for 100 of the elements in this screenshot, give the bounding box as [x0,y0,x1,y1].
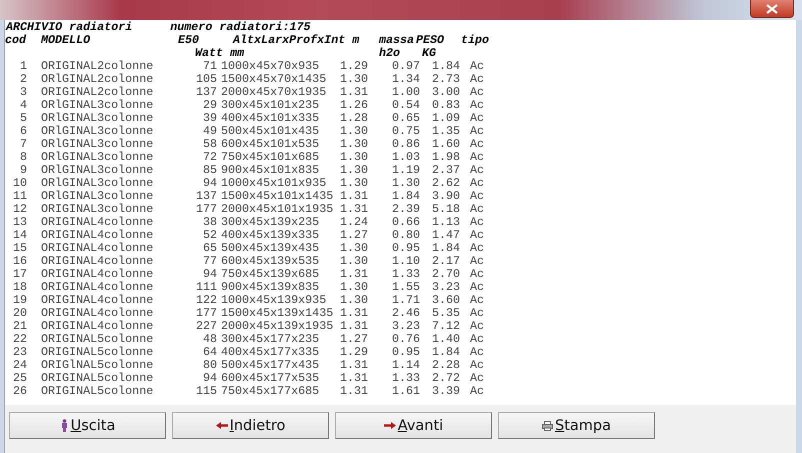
table-cell-text: 500x45x139x435 [221,242,320,255]
table-cell-text: 3.23 [430,281,460,294]
back-button[interactable]: Indietro [172,412,329,439]
table-cell-text: 1.13 [430,216,460,229]
table-cell-text: 1.31 [338,372,368,385]
table-cell-text: 1000x45x70x935 [221,60,320,73]
exit-button[interactable]: Uscita [9,412,166,439]
table-cell-text: 0.95 [390,346,420,359]
table-cell-text: 1.27 [338,229,368,242]
table-cell-text: Ac [470,151,486,164]
table-cell-text: 7.12 [430,320,460,333]
table-cell-text: 11 [12,190,27,203]
table-cell-text: Ac [470,177,486,190]
table-cell-text: 9 [18,164,27,177]
table-cell-text: 5 [18,112,27,125]
table-cell-text: 0.95 [390,242,420,255]
table-cell-text: 22 [12,333,27,346]
table-cell-text: Ac [470,307,486,320]
table-cell-text: 1.84 [430,60,460,73]
table-cell-text: 1.10 [390,255,420,268]
table-cell-text: 300x45x139x235 [221,216,320,229]
table-cell-text: 1.30 [338,151,368,164]
table-cell-text: Ac [470,86,486,99]
table-cell-text: 300x45x101x235 [221,99,320,112]
table-cell-text: 16 [12,255,27,268]
table-cell-text: 1.61 [390,385,420,398]
close-button[interactable] [750,0,794,18]
table-cell-text: 900x45x101x835 [221,164,320,177]
table-cell-text: 10 [12,177,27,190]
table-cell-text: 0.66 [390,216,420,229]
column-header: MODELLO [41,34,90,47]
table-cell-text: 2.46 [390,307,420,320]
table-cell: 137 [195,86,217,99]
table-cell-text: 80 [202,359,217,372]
table-cell-text: Ac [470,73,486,86]
table-cell-text: 23 [12,346,27,359]
table-cell-text: 3.90 [430,190,460,203]
table-cell-text: 94 [202,268,217,281]
table-cell-text: 1.31 [338,268,368,281]
table-cell-text: 1.30 [338,255,368,268]
table-cell-text: 1.30 [390,177,420,190]
table-cell-text: 1.71 [390,294,420,307]
table-cell-text: Ac [470,372,486,385]
table-cell-text: 0.83 [430,99,460,112]
table-cell-text: 1.14 [390,359,420,372]
table-cell-text: ORIGINAL4colonne [41,268,154,281]
table-cell-text: 25 [12,372,27,385]
table-cell-text: 4 [18,99,27,112]
table-cell-text: 1.33 [390,268,420,281]
table-cell-text: 2.28 [430,359,460,372]
table-cell-text: 1.98 [430,151,460,164]
table-cell-text: Ac [470,333,486,346]
table-cell-text: Ac [470,125,486,138]
table-cell-text: 94 [202,372,217,385]
table-cell-text: 26 [12,385,27,398]
table-cell-text: 3 [18,86,27,99]
table-cell-text: 1.31 [338,190,368,203]
table-cell-text: 39 [202,112,217,125]
table-cell-text: ORIGINAL4colonne [41,307,154,320]
table-cell-text: 0.86 [390,138,420,151]
table-cell: 122 [195,294,217,307]
table-cell-text: 2.70 [430,268,460,281]
table-cell-text: 1000x45x101x935 [221,177,328,190]
table-cell: 115 [195,385,217,398]
table-cell: 2000x45x139x1935 [221,320,333,333]
table-cell-text: 600x45x139x535 [221,255,320,268]
table-cell-text: 1.30 [338,138,368,151]
column-header: AltxLarxProfxInt m [233,34,360,47]
table-cell-text: 48 [202,333,217,346]
column-header: cod [5,34,26,47]
table-cell-text: 1.55 [390,281,420,294]
table-cell-text: Ac [470,203,486,216]
table-cell: 137 [195,190,217,203]
table-cell-text: 300x45x177x235 [221,333,320,346]
table-cell-text: 1.35 [430,125,460,138]
table-cell-text: 900x45x139x835 [221,281,320,294]
table-cell-text: 400x45x177x335 [221,346,320,359]
table-cell-text: 750x45x139x685 [221,268,320,281]
record-count: numero radiatori:175 [170,20,311,34]
table-cell-text: 5.18 [430,203,460,216]
table-cell-text: 14 [12,229,27,242]
table-cell-text: 5.35 [430,307,460,320]
table-cell-text: 1.03 [390,151,420,164]
table-cell-text: 64 [202,346,217,359]
table-cell-text: 1.84 [430,346,460,359]
table-cell-text: 1.31 [338,359,368,372]
table-cell-text: ORlGINAL3colonne [41,177,154,190]
archive-title: ARCHIVIO radiatori [6,20,132,34]
table-cell-text: 15 [12,242,27,255]
forward-button[interactable]: Avanti [335,412,492,439]
table-cell-text: 2.73 [430,73,460,86]
table-cell-text: 29 [202,99,217,112]
table-cell-text: 400x45x139x335 [221,229,320,242]
table-cell-text: Ac [470,320,486,333]
table-cell-text: ORIGINAL4colonne [41,294,154,307]
print-button[interactable]: Stampa [498,412,655,439]
table-cell-text: Ac [470,164,486,177]
table-cell-text: 0.76 [390,333,420,346]
table-cell-text: 1.31 [338,307,368,320]
table-cell-text: 1.09 [430,112,460,125]
